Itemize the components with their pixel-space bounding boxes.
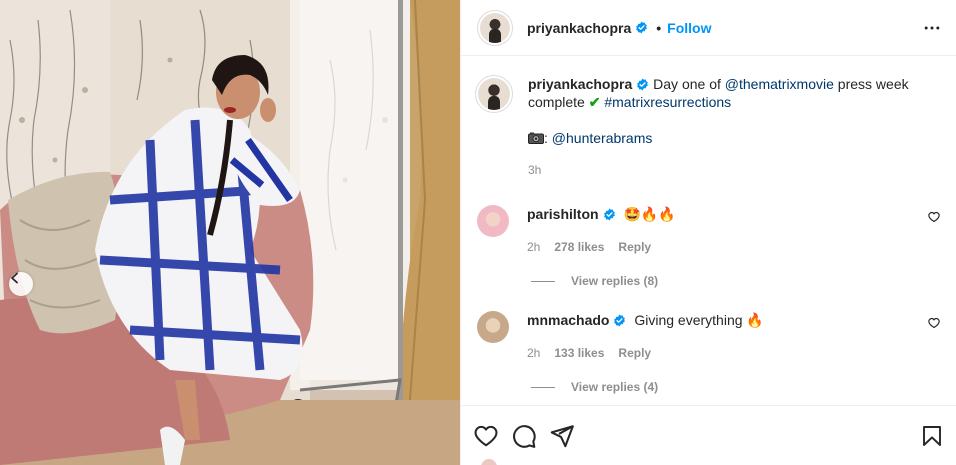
comment-reply-button[interactable]: Reply [618,240,651,254]
verified-badge-icon [636,21,648,34]
post-photo [0,0,460,465]
photo-credit-link[interactable]: @hunterabrams [552,130,653,146]
commenter-avatar[interactable] [477,205,509,237]
caption-text-start: Day one of [649,76,725,92]
verified-badge-icon [637,78,649,91]
post-caption: priyankachopra Day one of @thematrixmovi… [461,57,956,179]
comment-likes[interactable]: 278 likes [554,240,604,254]
comment-likes[interactable]: 133 likes [554,346,604,360]
verified-badge-icon [614,314,626,327]
send-icon [550,424,574,447]
carousel-prev-button[interactable] [9,272,33,296]
more-options-icon[interactable] [922,18,942,38]
replies-divider [531,386,555,388]
caption-username[interactable]: priyankachopra [528,76,632,92]
share-button[interactable] [549,423,575,449]
photo-credit-prefix: : [544,130,552,146]
post-details-panel: priyankachopra • Follow priyankachopra D… [460,0,956,465]
view-replies-label: View replies (4) [571,380,659,394]
commenter-username[interactable]: parishilton [527,206,599,222]
replies-divider [531,280,555,282]
caption-text: priyankachopra Day one of @thematrixmovi… [528,75,928,179]
comment-meta: 2h 133 likes Reply [527,344,940,362]
caption-hashtag-link[interactable]: #matrixresurrections [604,94,731,110]
comment-time[interactable]: 2h [527,240,540,254]
comment-time[interactable]: 2h [527,346,540,360]
camera-icon [528,132,544,144]
caption-timestamp[interactable]: 3h [528,161,928,179]
like-button[interactable] [473,423,499,449]
author-avatar[interactable] [477,9,513,46]
verified-badge-icon [603,208,615,221]
post-header: priyankachopra • Follow [461,0,956,56]
heart-icon [474,425,498,446]
save-button[interactable] [920,424,944,448]
check-mark-icon: ✔ [588,94,601,110]
commenter-username[interactable]: mnmachado [527,312,609,328]
commenter-avatar[interactable] [477,311,509,343]
author-username[interactable]: priyankachopra [527,20,631,36]
caption-avatar[interactable] [475,75,513,113]
photo-credit-line: : @hunterabrams [528,129,928,147]
comments-section[interactable]: priyankachopra Day one of @thematrixmovi… [461,57,956,405]
comment-item: parishilton 🤩🔥🔥 2h 278 likes Reply View re… [477,205,940,288]
comment-text: Giving everything 🔥 [634,312,764,328]
comment-icon [513,424,536,448]
view-replies-button[interactable]: View replies (4) [531,380,940,394]
view-replies-button[interactable]: View replies (8) [531,274,940,288]
chevron-left-icon [11,272,18,284]
comment-body: parishilton 🤩🔥🔥 2h 278 likes Reply [527,205,940,256]
comment-button[interactable] [511,423,537,449]
like-comment-heart-icon[interactable] [928,211,940,223]
post-image[interactable] [0,0,460,465]
follow-button[interactable]: Follow [667,20,711,36]
like-comment-heart-icon[interactable] [928,317,940,329]
comment-meta: 2h 278 likes Reply [527,238,940,256]
comment-item: mnmachado Giving everything 🔥 2h 133 like… [477,311,940,394]
comment-text: 🤩🔥🔥 [623,206,676,222]
header-separator: • [656,19,662,36]
view-replies-label: View replies (8) [571,274,659,288]
comment-body: mnmachado Giving everything 🔥 2h 133 like… [527,311,940,362]
comment-reply-button[interactable]: Reply [618,346,651,360]
bookmark-icon [923,425,941,446]
caption-mention-link[interactable]: @thematrixmovie [725,76,834,92]
post-actions-bar [461,405,956,465]
